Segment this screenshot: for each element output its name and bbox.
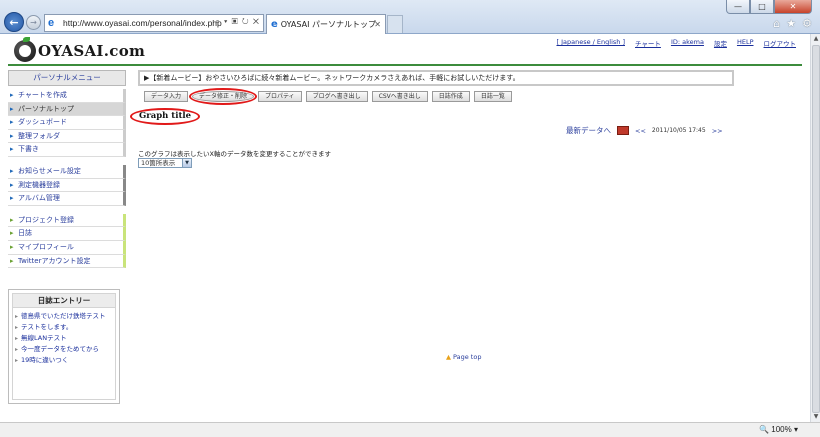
sidebar-item-twitter[interactable]: Twitterアカウント設定 — [8, 254, 126, 269]
window-controls: — □ ✕ — [726, 0, 812, 14]
vertical-scrollbar[interactable]: ▲ ▼ — [810, 34, 820, 422]
tab-ie-icon: e — [271, 19, 278, 30]
diary-entries-title: 日誌エントリー — [13, 294, 115, 308]
page-top-label: Page top — [453, 353, 482, 361]
sidebar-item-album[interactable]: アルバム管理 — [8, 192, 126, 206]
main-content: ▶【新着ムービー】おやさいひろばに続々新着ムービー。ネットワークカメラさえあれば… — [130, 70, 804, 361]
logo-mark-icon — [14, 37, 36, 62]
status-bar: 🔍 100% ▾ — [0, 422, 820, 437]
sidebar-item-project[interactable]: プロジェクト登録 — [8, 213, 126, 228]
triangle-up-icon: ▲ — [446, 353, 451, 361]
points-select-value: 10箇所表示 — [141, 159, 176, 167]
sidebar-item-diary[interactable]: 日誌 — [8, 227, 126, 241]
sidebar-group-settings: お知らせメール設定 測定機器登録 アルバム管理 — [8, 164, 126, 206]
scroll-up-icon[interactable]: ▲ — [812, 35, 820, 43]
data-timestamp: 2011/10/05 17:45 — [651, 127, 706, 134]
latest-data-nav: 最新データへ << 2011/10/05 17:45 >> — [566, 125, 723, 136]
tab-data-input[interactable]: データ入力 — [144, 91, 189, 102]
sidebar: パーソナルメニュー チャートを作成 パーソナルトップ ダッシュボード 整理フォル… — [8, 70, 126, 269]
chevron-down-icon: ▼ — [182, 159, 191, 167]
sidebar-title: パーソナルメニュー — [8, 70, 126, 86]
zoom-value: 100% — [771, 425, 792, 434]
sidebar-item-profile[interactable]: マイプロフィール — [8, 240, 126, 255]
tab-data-edit-delete[interactable]: データ修正・削除 — [189, 88, 258, 105]
chart-link[interactable]: チャート — [635, 38, 661, 48]
points-select[interactable]: 10箇所表示 ▼ — [138, 158, 192, 168]
help-link[interactable]: HELP — [737, 38, 754, 48]
user-id-link[interactable]: ID: akema — [671, 38, 704, 48]
scroll-thumb[interactable] — [812, 45, 820, 413]
address-url: http://www.oyasai.com/personal/index.php — [63, 18, 222, 28]
sidebar-item-device-registration[interactable]: 測定機器登録 — [8, 178, 126, 193]
action-tabs: データ入力 データ修正・削除 プロパティ ブログへ書き出し CSVへ書き出し 日… — [144, 88, 512, 105]
settings-gear-icon[interactable]: ⚙ — [802, 17, 812, 30]
ie-page-icon: e — [48, 17, 55, 29]
graph-title: Graph title — [130, 108, 200, 125]
prev-button[interactable]: << — [635, 127, 646, 135]
tab-title: OYASAI パーソナルトップ — [280, 20, 376, 29]
axis-description: このグラフは表示したいX軸のデータ数を変更することができます — [138, 150, 331, 158]
browser-chrome: — □ ✕ ← → e http://www.oyasai.com/person… — [0, 0, 820, 34]
browser-tab[interactable]: e OYASAI パーソナルトップ ✕ — [266, 14, 386, 34]
home-icon[interactable]: ⌂ — [773, 17, 780, 30]
diary-entry[interactable]: 19時に違いつく — [13, 355, 115, 366]
tab-properties[interactable]: プロパティ — [258, 91, 302, 102]
sidebar-item-folders[interactable]: 整理フォルダ — [8, 129, 126, 144]
sidebar-item-drafts[interactable]: 下書き — [8, 143, 126, 157]
address-tools-icon[interactable]: ⌕ ▾ ▣ ↻ ✕ — [215, 17, 260, 27]
sidebar-item-dashboard[interactable]: ダッシュボード — [8, 116, 126, 130]
diary-entries-box: 日誌エントリー 徳島県でいただけ鉄塔テスト テストをします。 無線LANテスト … — [8, 289, 120, 404]
header-divider — [8, 64, 802, 66]
language-link[interactable]: [ Japanese / English ] — [556, 38, 625, 48]
web-page: OYASAI.com [ Japanese / English ] チャート I… — [0, 34, 810, 422]
logout-link[interactable]: ログアウト — [764, 38, 797, 48]
settings-link[interactable]: 設定 — [714, 38, 727, 48]
diary-entry[interactable]: 今一度データをためてから — [13, 344, 115, 355]
page-top-link[interactable]: ▲ Page top — [446, 353, 481, 361]
diary-entry[interactable]: 無線LANテスト — [13, 333, 115, 344]
close-window-button[interactable]: ✕ — [774, 0, 812, 14]
tab-diary-list[interactable]: 日誌一覧 — [473, 91, 512, 102]
sidebar-item-create-chart[interactable]: チャートを作成 — [8, 89, 126, 103]
maximize-button[interactable]: □ — [750, 0, 774, 14]
calendar-icon[interactable] — [617, 126, 629, 135]
address-bar[interactable]: e http://www.oyasai.com/personal/index.p… — [44, 14, 264, 32]
favorites-star-icon[interactable]: ★ — [786, 17, 796, 30]
latest-data-link[interactable]: 最新データへ — [566, 125, 611, 136]
tab-export-csv[interactable]: CSVへ書き出し — [371, 91, 428, 102]
toolbar-icons: ⌂ ★ ⚙ — [773, 17, 812, 30]
tab-create-diary[interactable]: 日誌作成 — [431, 91, 470, 102]
back-button[interactable]: ← — [4, 12, 24, 32]
sidebar-item-personal-top[interactable]: パーソナルトップ — [8, 102, 126, 117]
diary-entry[interactable]: テストをします。 — [13, 322, 115, 333]
tab-export-blog[interactable]: ブログへ書き出し — [305, 91, 368, 102]
sidebar-item-notification-mail[interactable]: お知らせメール設定 — [8, 164, 126, 179]
forward-button[interactable]: → — [26, 15, 41, 30]
sidebar-group-main: チャートを作成 パーソナルトップ ダッシュボード 整理フォルダ 下書き — [8, 89, 126, 157]
next-button[interactable]: >> — [712, 127, 723, 135]
logo-text: OYASAI.com — [38, 42, 146, 60]
zoom-level[interactable]: 🔍 100% ▾ — [759, 425, 798, 434]
tab-close-icon[interactable]: ✕ — [374, 20, 381, 29]
scroll-down-icon[interactable]: ▼ — [812, 413, 820, 421]
news-banner[interactable]: ▶【新着ムービー】おやさいひろばに続々新着ムービー。ネットワークカメラさえあれば… — [138, 70, 734, 86]
sidebar-group-project: プロジェクト登録 日誌 マイプロフィール Twitterアカウント設定 — [8, 213, 126, 269]
header-links: [ Japanese / English ] チャート ID: akema 設定… — [556, 38, 796, 48]
site-logo[interactable]: OYASAI.com — [14, 37, 146, 62]
diary-entry[interactable]: 徳島県でいただけ鉄塔テスト — [13, 311, 115, 322]
minimize-button[interactable]: — — [726, 0, 750, 14]
new-tab-button[interactable] — [387, 15, 403, 33]
